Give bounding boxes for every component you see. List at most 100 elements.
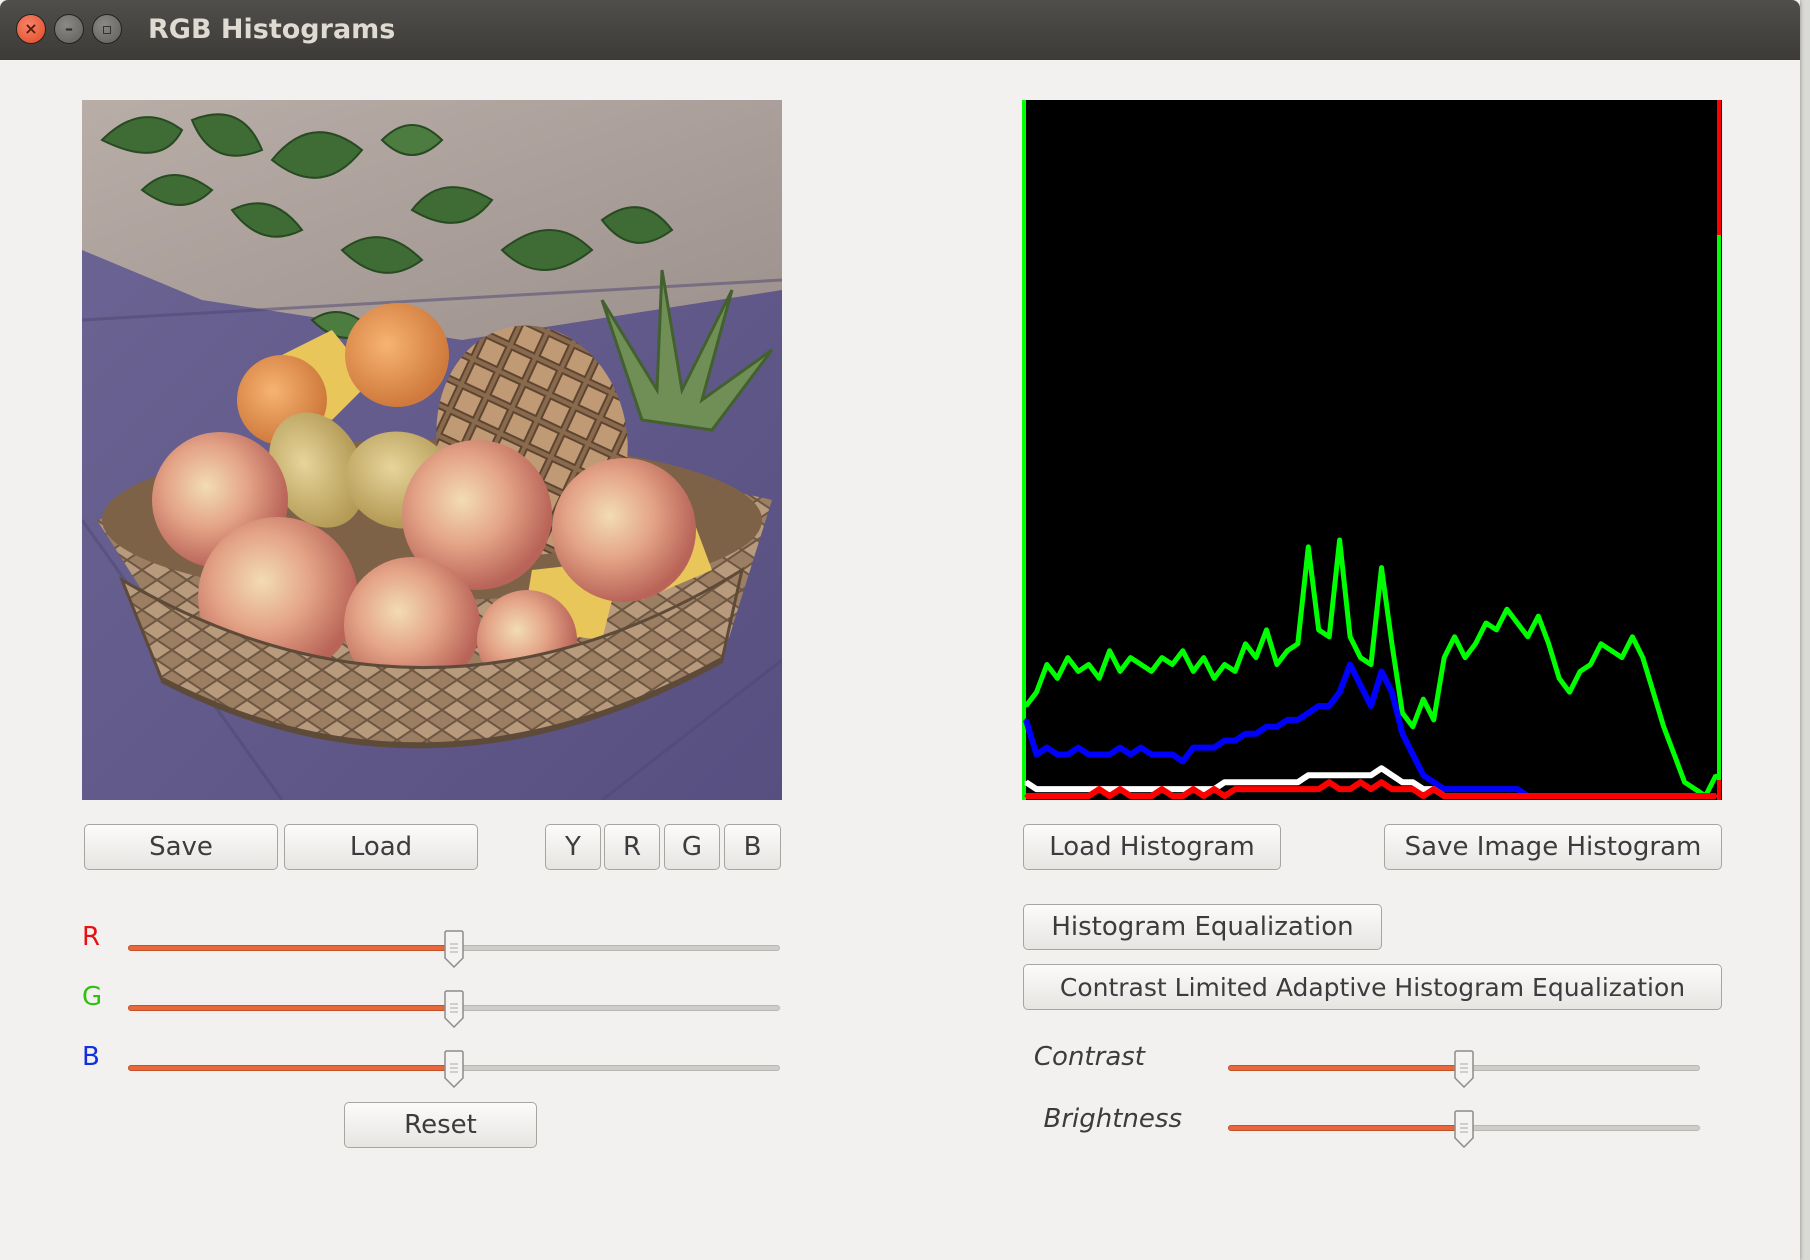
histogram-point [1076,669,1080,673]
histogram-point [1097,787,1101,791]
histogram-equalization-button[interactable]: Histogram Equalization [1023,904,1382,950]
histogram-point [1181,787,1185,791]
histogram-point [1150,794,1153,798]
histogram-point [1620,794,1624,798]
close-icon[interactable]: × [16,14,46,44]
histogram-point [1348,787,1352,791]
brightness-slider[interactable] [1228,1110,1700,1149]
image-preview [82,100,782,800]
histogram-point [1359,780,1362,784]
histogram-point [1296,780,1300,784]
histogram-point [1662,794,1666,798]
histogram-point [1265,628,1268,632]
histogram-point [1453,794,1457,798]
histogram-point [1432,718,1436,722]
histogram-point [1254,656,1258,660]
histogram-point [1369,773,1373,777]
histogram-canvas [1022,100,1722,800]
slider-handle[interactable] [444,930,464,969]
histogram-point [1097,753,1101,756]
histogram-point [1369,663,1373,666]
slider-handle[interactable] [444,1050,464,1089]
histogram-point [1150,753,1153,756]
b-slider[interactable] [128,1050,780,1089]
histogram-point [1285,718,1289,722]
histogram-point [1296,718,1300,722]
histogram-point [1160,787,1164,791]
channel-b-button[interactable]: B [724,824,781,870]
channel-y-button[interactable]: Y [545,824,601,870]
histogram-point [1066,794,1070,798]
histogram-point [1285,780,1289,784]
histogram-point [1265,787,1268,791]
histogram-point [1400,780,1404,784]
save-image-histogram-button[interactable]: Save Image Histogram [1384,824,1722,870]
histogram-point [1306,787,1310,791]
histogram-point [1024,718,1028,722]
maximize-icon[interactable]: ▫ [92,14,122,44]
histogram-point [1035,787,1038,791]
clahe-button[interactable]: Contrast Limited Adaptive Histogram Equa… [1023,964,1722,1010]
histogram-point [1526,794,1530,798]
histogram-point [1651,794,1655,798]
g-slider[interactable] [128,990,780,1029]
save-button[interactable]: Save [84,824,278,870]
histogram-point [1474,787,1477,791]
histogram-point [1212,787,1216,791]
histogram-point [1181,794,1185,798]
histogram-point [1233,739,1237,743]
histogram-point [1055,676,1059,680]
histogram-point [1474,642,1477,646]
histogram-point [1296,642,1300,646]
histogram-point [1557,676,1561,680]
histogram-point [1400,711,1404,715]
histogram-point [1139,794,1143,798]
slider-handle[interactable] [444,990,464,1029]
histogram-point [1651,690,1655,694]
histogram-point [1610,794,1613,798]
histogram-point [1610,649,1613,653]
slider-label-g: G [82,982,103,1012]
histogram-point [1432,780,1436,784]
load-button[interactable]: Load [284,824,478,870]
histogram-point [1683,794,1687,798]
histogram-point [1108,753,1112,756]
histogram-point [1432,787,1436,791]
histogram-point [1202,656,1206,660]
contrast-slider[interactable] [1228,1050,1700,1089]
histogram-point [1212,676,1216,680]
histogram-point [1139,663,1143,666]
channel-r-button[interactable]: R [604,824,660,870]
histogram-point [1233,780,1237,784]
load-histogram-button[interactable]: Load Histogram [1023,824,1281,870]
histogram-point [1202,787,1206,791]
histogram-point [1390,773,1394,777]
r-slider[interactable] [128,930,780,969]
histogram-point [1474,794,1477,798]
slider-fill [1228,1125,1464,1131]
histogram-point [1693,794,1697,798]
histogram-point [1495,628,1498,632]
histogram-point [1285,649,1289,653]
histogram-point [1380,566,1383,570]
minimize-icon[interactable]: – [54,14,84,44]
histogram-point [1348,663,1352,666]
histogram-point [1202,746,1206,750]
histogram-point [1421,697,1425,701]
histogram-point [1620,656,1624,660]
histogram-point [1139,787,1143,791]
histogram-point [1338,690,1342,694]
histogram-point [1223,739,1227,743]
channel-g-button[interactable]: G [664,824,720,870]
slider-label-b: B [82,1042,100,1072]
slider-handle[interactable] [1454,1050,1474,1089]
histogram-point [1683,780,1687,784]
slider-handle[interactable] [1454,1110,1474,1149]
histogram-point [1202,794,1206,798]
histogram-point [1526,635,1530,639]
histogram-point [1035,794,1038,798]
histogram-point [1317,704,1321,708]
histogram-point [1495,794,1498,798]
reset-button[interactable]: Reset [344,1102,537,1148]
histogram-point [1108,649,1112,653]
